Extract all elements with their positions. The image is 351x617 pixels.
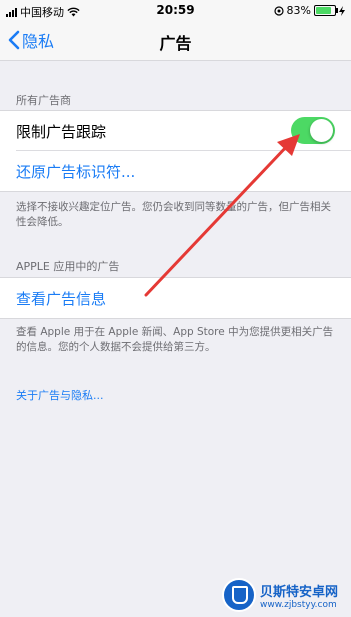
reset-identifier-row[interactable]: 还原广告标识符... bbox=[0, 151, 351, 191]
limit-tracking-toggle[interactable] bbox=[291, 117, 335, 144]
reset-identifier-link[interactable]: 还原广告标识符... bbox=[16, 161, 135, 182]
toggle-knob bbox=[310, 119, 333, 142]
watermark: 贝斯特安卓网 www.zjbstyy.com bbox=[222, 578, 338, 612]
status-bar: 中国移动 20:59 83% bbox=[0, 0, 351, 20]
limit-tracking-row: 限制广告跟踪 bbox=[0, 111, 351, 151]
watermark-title: 贝斯特安卓网 bbox=[260, 584, 339, 600]
section-header-apple-ads: APPLE 应用中的广告 bbox=[16, 260, 120, 273]
watermark-url: www.zjbstyy.com bbox=[260, 599, 337, 610]
settings-group-advertisers: 限制广告跟踪 还原广告标识符... bbox=[0, 110, 351, 192]
view-ad-info-link[interactable]: 查看广告信息 bbox=[16, 288, 106, 309]
section-header-all-advertisers: 所有广告商 bbox=[16, 94, 71, 107]
location-lock-icon bbox=[273, 5, 284, 16]
watermark-logo-icon bbox=[222, 578, 256, 612]
section1-footer: 选择不接收兴趣定位广告。您仍会收到同等数量的广告，但广告相关性会降低。 bbox=[16, 201, 331, 228]
navigation-bar: 隐私 广告 bbox=[0, 20, 351, 61]
charging-icon bbox=[339, 5, 345, 16]
page-title: 广告 bbox=[159, 34, 192, 53]
limit-tracking-label: 限制广告跟踪 bbox=[16, 123, 107, 141]
settings-group-apple-ads: 查看广告信息 bbox=[0, 277, 351, 319]
section2-footer: 查看 Apple 用于在 Apple 新闻、App Store 中为您提供更相关… bbox=[16, 326, 334, 353]
view-ad-info-row[interactable]: 查看广告信息 bbox=[0, 278, 351, 318]
about-ads-privacy-link[interactable]: 关于广告与隐私... bbox=[16, 387, 104, 403]
battery-icon bbox=[314, 5, 338, 16]
watermark-text: 贝斯特安卓网 www.zjbstyy.com bbox=[260, 581, 338, 610]
status-right: 83% bbox=[273, 4, 345, 17]
battery-percent: 83% bbox=[286, 4, 311, 17]
battery-fill bbox=[316, 7, 331, 14]
